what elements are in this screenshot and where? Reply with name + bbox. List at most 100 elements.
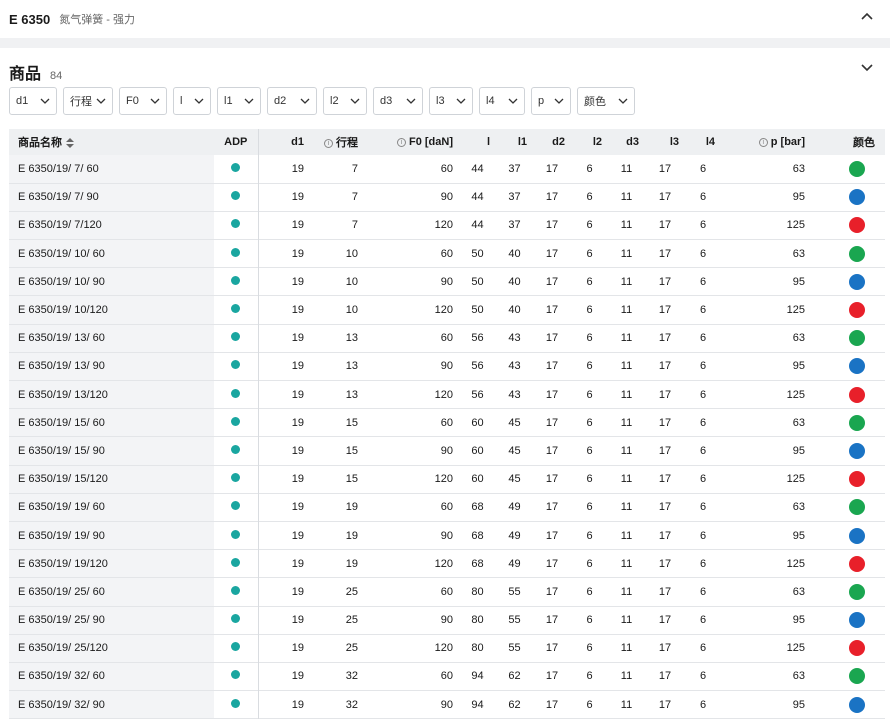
cell-d2: 17 bbox=[545, 416, 559, 429]
column-header-l2[interactable]: l2 bbox=[571, 129, 608, 155]
product-description: 氮气弹簧 - 强力 bbox=[59, 14, 135, 26]
chevron-up-icon[interactable] bbox=[860, 10, 874, 24]
table-row[interactable]: E 6350/19/ 7/120 19 7 120 44 37 17 6 11 17 6 125 bbox=[9, 211, 885, 240]
filter-dropdown[interactable]: 颜色 bbox=[577, 87, 635, 115]
color-swatch bbox=[849, 358, 865, 375]
product-header[interactable]: E 6350 氮气弹簧 - 强力 bbox=[0, 0, 890, 38]
table-row[interactable]: E 6350/19/ 25/120 19 25 120 80 55 17 6 11 17 6 125 bbox=[9, 634, 885, 663]
product-name-cell[interactable]: E 6350/19/ 10/ 60 bbox=[9, 239, 214, 268]
product-name-cell[interactable]: E 6350/19/ 7/ 90 bbox=[9, 183, 214, 212]
column-header-l1[interactable]: l1 bbox=[496, 129, 533, 155]
table-row[interactable]: E 6350/19/ 10/ 90 19 10 90 50 40 17 6 11 17 6 95 bbox=[9, 267, 885, 296]
cell-p: 63 bbox=[792, 670, 805, 683]
chevron-down-icon[interactable] bbox=[860, 60, 874, 74]
column-header-l3[interactable]: l3 bbox=[645, 129, 685, 155]
product-name-cell[interactable]: E 6350/19/ 13/120 bbox=[9, 380, 214, 409]
product-name-cell[interactable]: E 6350/19/ 7/ 60 bbox=[9, 155, 214, 184]
table-row[interactable]: E 6350/19/ 7/ 90 19 7 90 44 37 17 6 11 17 6 95 bbox=[9, 183, 885, 212]
filter-dropdown[interactable]: l3 bbox=[429, 87, 473, 115]
filter-dropdown[interactable]: l4 bbox=[479, 87, 525, 115]
column-header-f0[interactable]: i F0 [daN] bbox=[364, 129, 459, 155]
chevron-down-icon bbox=[554, 98, 564, 104]
filter-dropdown[interactable]: l bbox=[173, 87, 211, 115]
table-row[interactable]: E 6350/19/ 10/120 19 10 120 50 40 17 6 11 17 6 125 bbox=[9, 295, 885, 325]
product-name-cell[interactable]: E 6350/19/ 32/ 90 bbox=[9, 690, 214, 719]
product-name-cell[interactable]: E 6350/19/ 25/120 bbox=[9, 634, 214, 663]
filter-label: l bbox=[180, 95, 183, 107]
product-name-cell[interactable]: E 6350/19/ 7/120 bbox=[9, 211, 214, 240]
table-row[interactable]: E 6350/19/ 25/ 60 19 25 60 80 55 17 6 11 17 6 63 bbox=[9, 577, 885, 606]
column-header-pressure[interactable]: ip [bar] bbox=[721, 129, 811, 155]
filter-dropdown[interactable]: d1 bbox=[9, 87, 57, 115]
column-header-stroke[interactable]: i 行程 bbox=[310, 129, 364, 155]
table-row[interactable]: E 6350/19/ 15/120 19 15 120 60 45 17 6 11 17 6 125 bbox=[9, 465, 885, 494]
product-name-cell[interactable]: E 6350/19/ 32/ 60 bbox=[9, 662, 214, 691]
filter-label: d3 bbox=[380, 95, 393, 107]
product-name-cell[interactable]: E 6350/19/ 15/ 90 bbox=[9, 436, 214, 466]
filter-dropdown[interactable]: F0 bbox=[119, 87, 167, 115]
filter-dropdown[interactable]: l1 bbox=[217, 87, 261, 115]
filter-dropdown[interactable]: d3 bbox=[373, 87, 423, 115]
column-header-d3[interactable]: d3 bbox=[608, 129, 645, 155]
info-icon[interactable]: i bbox=[397, 137, 406, 147]
product-name-cell[interactable]: E 6350/19/ 25/ 60 bbox=[9, 577, 214, 606]
table-row[interactable]: E 6350/19/ 13/120 19 13 120 56 43 17 6 11 17 6 125 bbox=[9, 380, 885, 409]
table-row[interactable]: E 6350/19/ 19/120 19 19 120 68 49 17 6 11 17 6 125 bbox=[9, 549, 885, 578]
table-row[interactable]: E 6350/19/ 32/ 90 19 32 90 94 62 17 6 11 17 6 95 bbox=[9, 690, 885, 719]
item-count: 84 bbox=[50, 70, 63, 82]
cell-p: 63 bbox=[792, 247, 805, 260]
color-swatch bbox=[849, 499, 865, 516]
table-row[interactable]: E 6350/19/ 13/ 60 19 13 60 56 43 17 6 11 17 6 63 bbox=[9, 324, 885, 353]
adp-cell bbox=[214, 690, 259, 719]
table-row[interactable]: E 6350/19/ 7/ 60 19 7 60 44 37 17 6 11 17 6 63 bbox=[9, 155, 885, 184]
adp-indicator bbox=[231, 162, 241, 172]
adp-cell bbox=[214, 211, 259, 240]
table-row[interactable]: E 6350/19/ 19/ 60 19 19 60 68 49 17 6 11 17 6 63 bbox=[9, 493, 885, 522]
column-header-d1[interactable]: d1 bbox=[258, 129, 310, 155]
column-header-d2[interactable]: d2 bbox=[533, 129, 571, 155]
cell-f0: 90 bbox=[440, 698, 453, 711]
product-name-cell[interactable]: E 6350/19/ 13/ 90 bbox=[9, 352, 214, 381]
info-icon[interactable]: i bbox=[324, 138, 333, 148]
product-name-cell[interactable]: E 6350/19/ 15/ 60 bbox=[9, 408, 214, 437]
table-row[interactable]: E 6350/19/ 10/ 60 19 10 60 50 40 17 6 11 17 6 63 bbox=[9, 239, 885, 268]
product-name-cell[interactable]: E 6350/19/ 19/ 60 bbox=[9, 493, 214, 522]
table-row[interactable]: E 6350/19/ 19/ 90 19 19 90 68 49 17 6 11 17 6 95 bbox=[9, 521, 885, 550]
chevron-down-icon bbox=[618, 98, 628, 104]
table-row[interactable]: E 6350/19/ 15/ 60 19 15 60 60 45 17 6 11 17 6 63 bbox=[9, 408, 885, 437]
cell-l: 60 bbox=[471, 416, 484, 429]
cell-l1: 55 bbox=[508, 642, 521, 655]
sort-icon[interactable] bbox=[66, 138, 74, 149]
cell-l1: 49 bbox=[508, 501, 521, 514]
product-name-cell[interactable]: E 6350/19/ 10/120 bbox=[9, 295, 214, 325]
product-name-cell[interactable]: E 6350/19/ 25/ 90 bbox=[9, 606, 214, 635]
column-header-color[interactable]: 颜色 bbox=[811, 129, 885, 155]
color-swatch bbox=[849, 668, 865, 685]
cell-l2: 6 bbox=[586, 444, 593, 457]
column-header-name[interactable]: 商品名称 bbox=[9, 129, 214, 155]
product-name-cell[interactable]: E 6350/19/ 10/ 90 bbox=[9, 267, 214, 296]
product-name-cell[interactable]: E 6350/19/ 15/120 bbox=[9, 465, 214, 494]
cell-f0: 60 bbox=[440, 416, 453, 429]
table-row[interactable]: E 6350/19/ 13/ 90 19 13 90 56 43 17 6 11 17 6 95 bbox=[9, 352, 885, 381]
table-row[interactable]: E 6350/19/ 25/ 90 19 25 90 80 55 17 6 11 17 6 95 bbox=[9, 606, 885, 635]
color-cell bbox=[811, 211, 885, 239]
product-name-cell[interactable]: E 6350/19/ 19/ 90 bbox=[9, 521, 214, 550]
filter-dropdown[interactable]: d2 bbox=[267, 87, 317, 115]
color-cell bbox=[811, 493, 885, 521]
adp-indicator bbox=[231, 444, 241, 454]
product-name-cell[interactable]: E 6350/19/ 13/ 60 bbox=[9, 324, 214, 353]
table-row[interactable]: E 6350/19/ 32/ 60 19 32 60 94 62 17 6 11 17 6 63 bbox=[9, 662, 885, 691]
filter-dropdown[interactable]: p bbox=[531, 87, 571, 115]
adp-cell bbox=[214, 183, 259, 212]
column-header-adp[interactable]: ADP bbox=[214, 129, 259, 155]
cell-d3: 11 bbox=[620, 670, 633, 683]
info-icon[interactable]: i bbox=[758, 137, 768, 147]
table-row[interactable]: E 6350/19/ 15/ 90 19 15 90 60 45 17 6 11 17 6 95 bbox=[9, 436, 885, 466]
column-header-l4[interactable]: l4 bbox=[685, 129, 721, 155]
filter-dropdown[interactable]: 行程 bbox=[63, 87, 113, 115]
column-header-l[interactable]: l bbox=[459, 129, 496, 155]
filter-dropdown[interactable]: l2 bbox=[323, 87, 367, 115]
product-name-cell[interactable]: E 6350/19/ 19/120 bbox=[9, 549, 214, 578]
cell-f0: 90 bbox=[440, 444, 453, 457]
